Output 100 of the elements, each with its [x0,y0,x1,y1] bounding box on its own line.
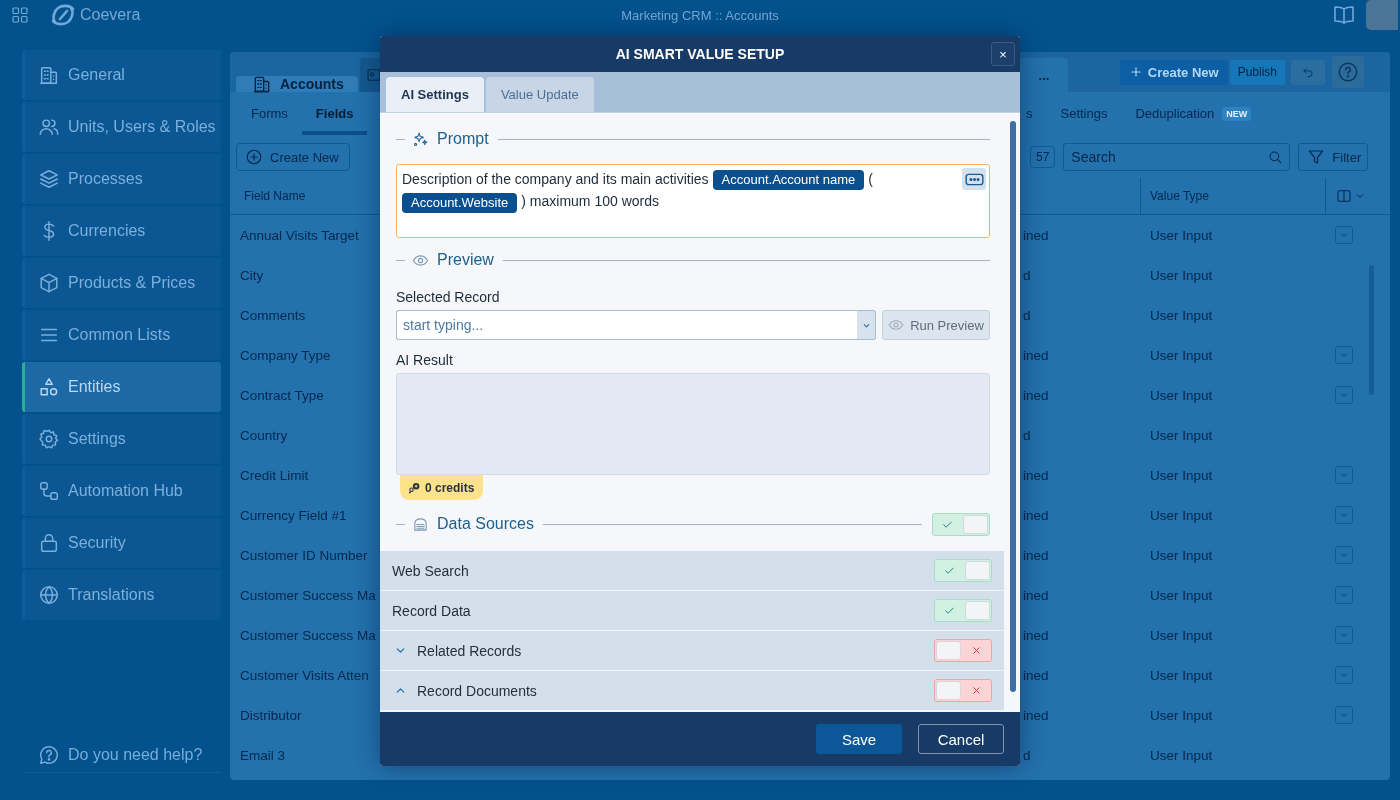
count-badge: 57 [1030,146,1056,168]
sidebar-item[interactable]: General [22,50,221,100]
building-icon [38,64,60,86]
tab[interactable]: AI Settings [386,77,484,112]
sidebar-item[interactable]: Settings [22,414,221,464]
help-button[interactable] [1332,56,1364,88]
row-menu-button[interactable] [1335,466,1353,484]
tab[interactable] [359,58,382,92]
row-menu-button[interactable] [1335,226,1353,244]
columns-button[interactable] [1336,188,1366,204]
table-cell: d [1023,747,1031,763]
prompt-text: ( [868,171,873,187]
table-cell: Comments [240,307,306,323]
undo-icon [1301,65,1315,79]
sub-tab[interactable]: s [1020,92,1047,135]
table-cell: ined [1023,467,1049,483]
table-cell: d [1023,307,1031,323]
tab[interactable]: Value Update [485,77,594,112]
table-cell: Annual Visits Target [240,227,359,243]
check-icon [943,604,956,617]
sidebar-item[interactable]: Products & Prices [22,258,221,308]
sub-tab[interactable]: Deduplication NEW [1121,92,1266,135]
tab[interactable]: Accounts [236,76,358,92]
scrollbar-thumb[interactable] [1010,121,1016,692]
sidebar-item[interactable]: Processes [22,154,221,204]
action-button[interactable]: Create New [1119,59,1228,85]
app-grid-icon[interactable] [12,7,28,23]
section-title: Preview [437,251,494,269]
more-tabs-tab[interactable]: ... [1020,58,1068,92]
sub-tab[interactable]: Settings [1046,92,1122,135]
search-icon[interactable] [1267,149,1284,165]
column-header[interactable]: Value Type [1150,189,1209,203]
create-new-button[interactable]: Create New [236,143,350,171]
lock-icon [38,532,60,554]
prompt-field[interactable]: Description of the company and its main activities Account.Account name ( Account.Website ) maximum 100 words [396,164,990,238]
table-cell: User Input [1150,427,1213,443]
sub-tab[interactable]: Fields [301,92,368,135]
toggle-switch[interactable] [934,599,992,622]
expand-button[interactable] [962,168,986,190]
sidebar-item[interactable]: Currencies [22,206,221,256]
row-menu-button[interactable] [1335,666,1353,684]
check-icon [943,564,956,577]
new-badge: NEW [1222,106,1252,121]
column-header[interactable]: Field Name [244,189,306,203]
table-cell: User Input [1150,747,1213,763]
cube-icon [38,272,60,294]
book-icon[interactable] [1332,3,1356,27]
toggle-switch[interactable] [934,639,992,662]
layers-icon [38,168,60,190]
ellipsis-icon [964,172,984,186]
cross-icon [970,684,983,697]
dialog-title: AI SMART VALUE SETUP [615,46,785,62]
sidebar-item[interactable]: Translations [22,570,221,620]
cross-icon [970,644,983,657]
search-field[interactable]: Search [1063,143,1291,171]
toggle-switch[interactable] [934,559,992,582]
sidebar-item[interactable]: Common Lists [22,310,221,360]
section-title: Data Sources [437,515,534,533]
row-menu-button[interactable] [1335,586,1353,604]
row-menu-button[interactable] [1335,386,1353,404]
row-menu-button[interactable] [1335,546,1353,564]
card-icon [365,67,382,83]
field-token[interactable]: Account.Website [402,192,518,213]
row-menu-button[interactable] [1335,706,1353,724]
table-cell: ined [1023,627,1049,643]
prompt-text: Description of the company and its main activities [402,171,709,187]
close-button[interactable]: × [991,42,1015,66]
table-cell: User Input [1150,547,1213,563]
cancel-button[interactable]: Cancel [918,724,1004,754]
window-title: Marketing CRM :: Accounts [621,7,779,23]
section-title: Prompt [437,130,489,148]
table-cell: d [1023,427,1031,443]
filter-icon [1307,148,1326,166]
row-menu-button[interactable] [1335,626,1353,644]
table-cell: User Input [1150,707,1213,723]
database-icon [412,515,429,533]
field-token[interactable]: Account.Account name [712,170,865,191]
table-cell: ined [1023,667,1049,683]
sidebar-item[interactable]: Units, Users & Roles [22,102,221,152]
sidebar-item[interactable]: Entities [22,362,221,412]
row-menu-button[interactable] [1335,506,1353,524]
undo-button[interactable] [1291,59,1325,85]
toggle-switch[interactable] [932,512,990,536]
avatar-placeholder[interactable] [1366,0,1398,30]
help-link[interactable]: Do you need help? [22,738,221,773]
table-cell: Customer Success Ma [240,627,376,643]
sidebar-item[interactable]: Security [22,518,221,568]
toggle-switch[interactable] [934,679,992,702]
table-cell: User Input [1150,627,1213,643]
table-cell: City [240,267,264,283]
table-cell: User Input [1150,667,1213,683]
sidebar-item[interactable]: Automation Hub [22,466,221,516]
plus-icon [1128,65,1143,79]
save-button[interactable]: Save [816,724,902,754]
row-menu-button[interactable] [1335,346,1353,364]
brand-name: Coevera [80,6,141,24]
table-cell: Email 3 [240,747,285,763]
nodes-icon [38,480,60,502]
filter-button[interactable]: Filter [1298,143,1369,171]
sub-tab[interactable]: Forms [237,92,302,135]
